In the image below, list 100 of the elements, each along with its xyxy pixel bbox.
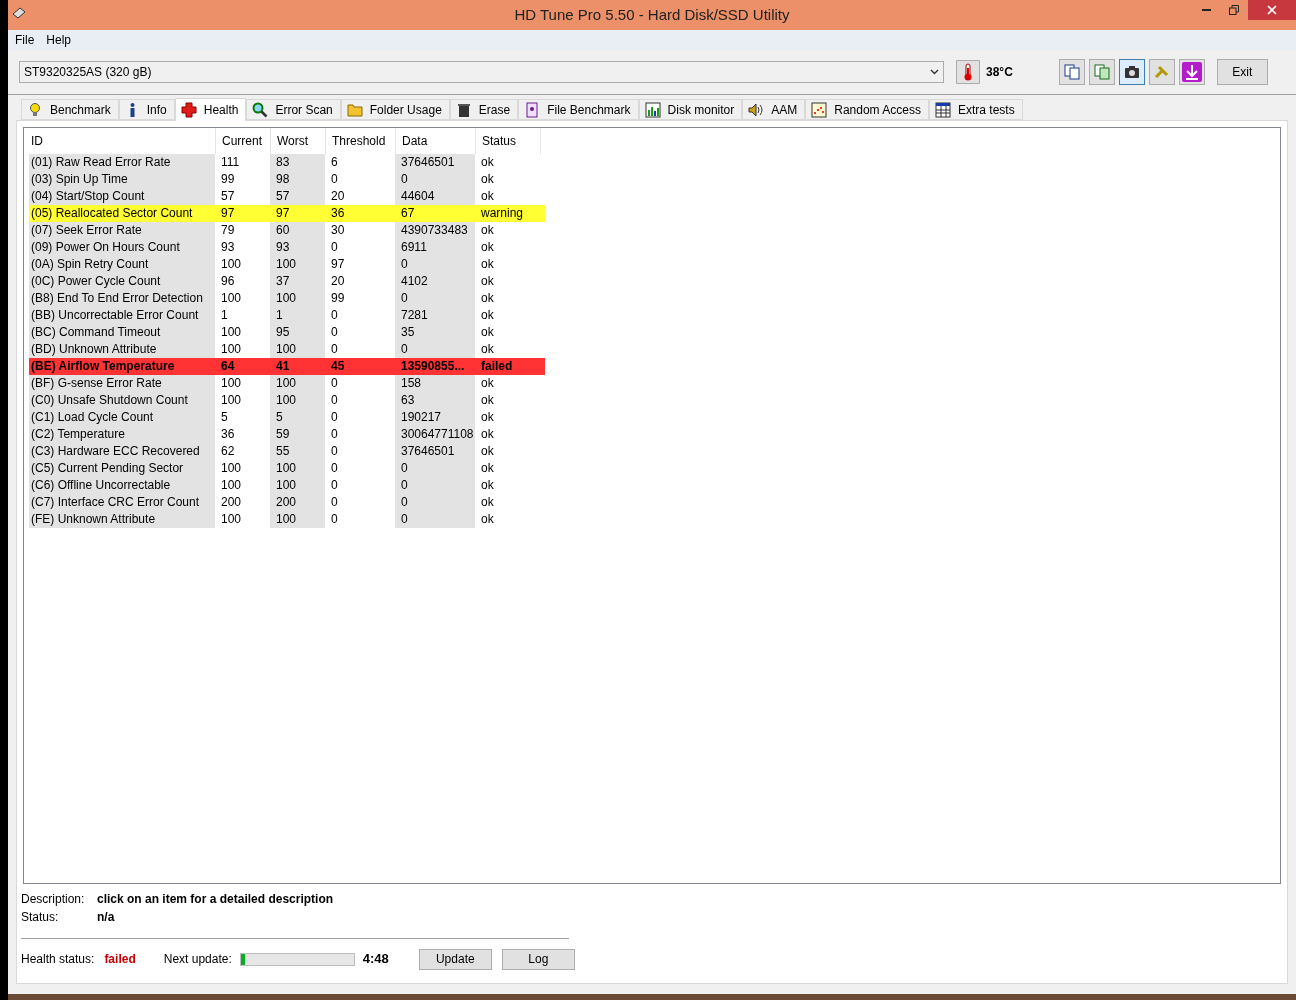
- toolbar-button[interactable]: [1118, 59, 1145, 85]
- table-cell: (BB) Uncorrectable Error Count: [29, 307, 215, 324]
- scatter-icon: [811, 101, 828, 118]
- table-cell: 1: [270, 307, 325, 324]
- tab[interactable]: File Benchmark: [518, 99, 639, 120]
- table-cell: (0C) Power Cycle Count: [29, 273, 215, 290]
- table-cell-text: ok: [480, 477, 495, 494]
- table-cell-text: ok: [480, 494, 495, 511]
- table-cell-text: ok: [480, 511, 495, 528]
- table-row[interactable]: (09) Power On Hours Count 93 93 0 6911 ok: [29, 239, 545, 256]
- table-row[interactable]: (0C) Power Cycle Count 96 37 20 4102 ok: [29, 273, 545, 290]
- table-cell-text: 79: [220, 222, 236, 239]
- table-cell-text: ok: [480, 290, 495, 307]
- exit-button[interactable]: Exit: [1216, 59, 1268, 85]
- thermometer-icon: [963, 63, 973, 81]
- drive-dropdown[interactable]: ST9320325AS (320 gB): [19, 61, 944, 83]
- bar-chart-icon: [644, 101, 661, 118]
- table-cell-text: warning: [480, 205, 525, 222]
- table-cell-text: ok: [480, 409, 495, 426]
- tab[interactable]: AAM: [742, 99, 806, 120]
- action-button[interactable]: Update: [418, 948, 492, 970]
- table-cell-text: 62: [220, 443, 236, 460]
- table-row[interactable]: (BD) Unknown Attribute 100 100 0 0 ok: [29, 341, 545, 358]
- table-cell-text: 0: [330, 341, 339, 358]
- table-row[interactable]: (04) Start/Stop Count 57 57 20 44604 ok: [29, 188, 545, 205]
- tab[interactable]: Health: [174, 98, 247, 121]
- table-cell-text: 100: [220, 477, 243, 494]
- tab[interactable]: Benchmark: [21, 99, 119, 120]
- tab[interactable]: Info: [118, 99, 175, 120]
- table-cell: 93: [270, 239, 325, 256]
- table-cell: (C6) Offline Uncorrectable: [29, 477, 215, 494]
- dropdown-caret-icon: [930, 69, 939, 75]
- table-cell: (FE) Unknown Attribute: [29, 511, 215, 528]
- table-cell-text: 20: [330, 273, 346, 290]
- detail-value: n/a: [97, 909, 115, 926]
- table-cell-text: 0: [330, 171, 339, 188]
- tab[interactable]: Error Scan: [246, 99, 341, 120]
- table-row[interactable]: (BE) Airflow Temperature 64 41 45 13590855... failed: [29, 358, 545, 375]
- table-row[interactable]: (B8) End To End Error Detection 100 100 99 0 ok: [29, 290, 545, 307]
- table-cell-text: ok: [480, 460, 495, 477]
- column-header[interactable]: Status: [476, 128, 541, 154]
- action-button[interactable]: Log: [501, 948, 575, 970]
- table-row[interactable]: (C5) Current Pending Sector 100 100 0 0 ok: [29, 460, 545, 477]
- table-cell-text: 99: [220, 171, 236, 188]
- table-cell-text: 36: [220, 426, 236, 443]
- table-cell: (09) Power On Hours Count: [29, 239, 215, 256]
- table-row[interactable]: (C7) Interface CRC Error Count 200 200 0 0 ok: [29, 494, 545, 511]
- file-icon: [524, 101, 541, 118]
- table-row[interactable]: (BC) Command Timeout 100 95 0 35 ok: [29, 324, 545, 341]
- table-cell-text: ok: [480, 154, 495, 171]
- table-cell: (0A) Spin Retry Count: [29, 256, 215, 273]
- table-cell: 4102: [395, 273, 475, 290]
- tab[interactable]: Folder Usage: [340, 99, 450, 120]
- table-cell: 100: [270, 392, 325, 409]
- table-cell: (04) Start/Stop Count: [29, 188, 215, 205]
- download-arrow-icon: [1181, 62, 1202, 82]
- info-icon: [129, 101, 135, 118]
- table-row[interactable]: (01) Raw Read Error Rate 111 83 6 37646501 ok: [29, 154, 545, 171]
- window-title: HD Tune Pro 5.50 - Hard Disk/SSD Utility: [513, 4, 791, 25]
- table-row[interactable]: (03) Spin Up Time 99 98 0 0 ok: [29, 171, 545, 188]
- table-cell-text: 100: [220, 375, 243, 392]
- table-cell-text: 45: [330, 358, 346, 375]
- toolbar-button[interactable]: [1178, 59, 1205, 85]
- table-cell: 0: [395, 290, 475, 307]
- menu-item[interactable]: File: [15, 31, 35, 49]
- table-cell: (BD) Unknown Attribute: [29, 341, 215, 358]
- table-cell-text: ok: [480, 324, 495, 341]
- table-cell: 6911: [395, 239, 475, 256]
- table-cell-text: 93: [220, 239, 236, 256]
- table-row[interactable]: (07) Seek Error Rate 79 60 30 4390733483 ok: [29, 222, 545, 239]
- table-cell-text: ok: [480, 392, 495, 409]
- table-row[interactable]: (C0) Unsafe Shutdown Count 100 100 0 63 ok: [29, 392, 545, 409]
- table-cell-text: 41: [275, 358, 291, 375]
- column-header[interactable]: Current: [216, 128, 271, 154]
- table-row[interactable]: (0A) Spin Retry Count 100 100 97 0 ok: [29, 256, 545, 273]
- table-row[interactable]: (FE) Unknown Attribute 100 100 0 0 ok: [29, 511, 545, 528]
- countdown-time: 4:48: [362, 950, 389, 969]
- menu-item[interactable]: Help: [46, 31, 72, 49]
- table-cell: 44604: [395, 188, 475, 205]
- table-cell-text: 99: [330, 290, 346, 307]
- tab[interactable]: Random Access: [805, 99, 929, 120]
- table-row[interactable]: (C6) Offline Uncorrectable 100 100 0 0 ok: [29, 477, 545, 494]
- tab[interactable]: Erase: [449, 99, 519, 120]
- table-cell-text: 100: [220, 460, 243, 477]
- table-row[interactable]: (BF) G-sense Error Rate 100 100 0 158 ok: [29, 375, 545, 392]
- table-cell-text: 30: [330, 222, 346, 239]
- tab[interactable]: Extra tests: [928, 99, 1023, 120]
- table-row[interactable]: (C2) Temperature 36 59 0 30064771108 ok: [29, 426, 545, 443]
- table-row[interactable]: (05) Reallocated Sector Count 97 97 36 67 warning: [29, 205, 545, 222]
- table-cell: 7281: [395, 307, 475, 324]
- column-header[interactable]: Threshold: [326, 128, 396, 154]
- temperature-reading: 38°C: [986, 64, 1013, 81]
- table-row[interactable]: (C3) Hardware ECC Recovered 62 55 0 37646501 ok: [29, 443, 545, 460]
- close-button[interactable]: [1248, 0, 1296, 20]
- table-row[interactable]: (C1) Load Cycle Count 5 5 0 190217 ok: [29, 409, 545, 426]
- table-cell-text: ok: [480, 222, 495, 239]
- table-row[interactable]: (BB) Uncorrectable Error Count 1 1 0 7281 ok: [29, 307, 545, 324]
- table-cell-text: 5: [220, 409, 229, 426]
- tab[interactable]: Disk monitor: [638, 99, 743, 120]
- table-cell: (C3) Hardware ECC Recovered: [29, 443, 215, 460]
